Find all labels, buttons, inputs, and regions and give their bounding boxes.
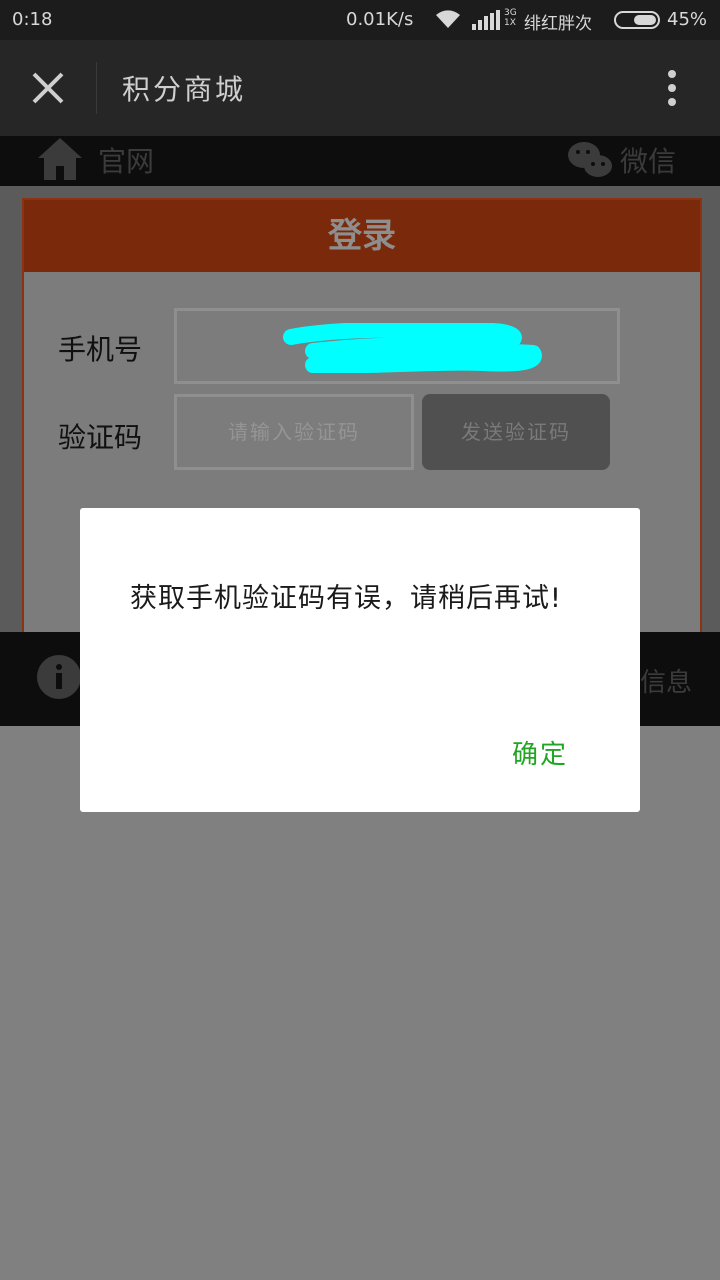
wechat-icon[interactable] — [566, 138, 614, 182]
phone-input[interactable] — [174, 308, 620, 384]
app-bar-divider — [96, 62, 97, 114]
wifi-icon — [436, 10, 460, 28]
nav-message-label[interactable]: 信息 — [640, 662, 692, 699]
page-title: 积分商城 — [122, 73, 247, 106]
phone-label: 手机号 — [58, 333, 143, 366]
redaction-scribble — [283, 323, 542, 373]
status-time: 0:18 — [12, 9, 53, 30]
network-type: 3G 1X — [504, 8, 517, 28]
close-icon[interactable] — [24, 64, 72, 112]
info-icon[interactable] — [36, 654, 82, 700]
send-code-button[interactable]: 发送验证码 — [422, 394, 610, 470]
dialog-message: 获取手机验证码有误，请稍后再试! — [130, 583, 562, 614]
confirm-button[interactable]: 确定 — [512, 734, 568, 771]
battery-percent: 45% — [667, 9, 708, 30]
more-vert-icon[interactable] — [656, 64, 688, 112]
nav-home-label[interactable]: 官网 — [98, 140, 154, 180]
app-bar: 积分商城 — [0, 40, 720, 136]
alert-dialog: 获取手机验证码有误，请稍后再试! 确定 — [80, 508, 640, 812]
code-input[interactable]: 请输入验证码 — [174, 394, 414, 470]
nav-wechat-label[interactable]: 微信 — [620, 140, 676, 180]
battery-icon — [614, 11, 660, 29]
code-label: 验证码 — [58, 421, 143, 454]
network-type-top: 3G — [504, 8, 517, 18]
status-network-speed: 0.01K/s — [346, 9, 414, 30]
status-bar: 0:18 0.01K/s 3G 1X 绯红胖次 45% — [0, 0, 720, 40]
signal-icon — [472, 10, 500, 30]
home-icon[interactable] — [36, 136, 84, 182]
carrier-name: 绯红胖次 — [524, 14, 592, 34]
login-header: 登录 — [24, 200, 700, 272]
top-nav: 官网 微信 — [0, 136, 720, 186]
network-type-bottom: 1X — [504, 18, 516, 28]
